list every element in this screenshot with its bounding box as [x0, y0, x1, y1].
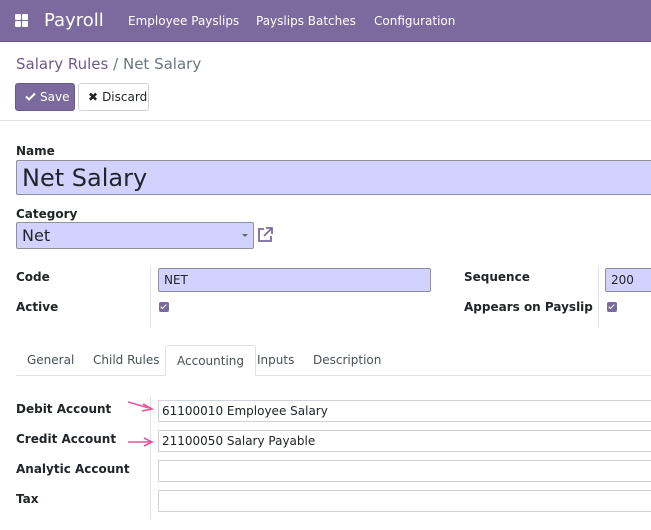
pink-arrow-annotation: [127, 401, 155, 412]
top-navbar: Payroll Employee Payslips Payslips Batch…: [0, 0, 651, 42]
column-divider: [150, 266, 151, 328]
appears-on-payslip-checkbox[interactable]: [607, 302, 617, 312]
tab-child-rules[interactable]: Child Rules: [82, 345, 170, 376]
breadcrumb-separator: /: [113, 55, 119, 73]
tab-description[interactable]: Description: [302, 345, 392, 376]
column-divider: [598, 266, 599, 328]
debit-account-label: Debit Account: [16, 402, 112, 416]
code-input[interactable]: NET: [158, 268, 431, 292]
active-checkbox[interactable]: [159, 302, 169, 312]
debit-account-input[interactable]: 61100010 Employee Salary: [158, 400, 651, 422]
check-icon: [25, 90, 36, 104]
menu-payslips-batches[interactable]: Payslips Batches: [256, 14, 356, 28]
active-label: Active: [16, 300, 59, 314]
discard-button-label: Discard: [102, 90, 148, 104]
tax-input[interactable]: [158, 490, 651, 512]
appears-on-payslip-label: Appears on Payslip: [464, 300, 593, 314]
sequence-label: Sequence: [464, 270, 530, 284]
breadcrumb-current: Net Salary: [122, 55, 202, 73]
tax-label: Tax: [16, 492, 39, 506]
sequence-input[interactable]: 200: [605, 268, 651, 292]
apps-grid-icon[interactable]: [15, 14, 28, 27]
notebook-tabs: General Child Rules Accounting Inputs De…: [16, 345, 651, 376]
breadcrumb: Salary Rules / Net Salary: [16, 55, 201, 73]
credit-account-label: Credit Account: [16, 432, 117, 446]
external-link-icon[interactable]: [256, 226, 274, 244]
code-label: Code: [16, 270, 50, 284]
save-button[interactable]: Save: [15, 83, 75, 111]
category-label: Category: [16, 207, 78, 221]
tab-inputs[interactable]: Inputs: [246, 345, 305, 376]
pink-arrow-annotation: [128, 437, 154, 447]
close-icon: ✖: [88, 90, 99, 104]
breadcrumb-parent[interactable]: Salary Rules: [16, 55, 108, 73]
save-button-label: Save: [40, 90, 70, 104]
tab-general[interactable]: General: [16, 345, 85, 376]
menu-configuration[interactable]: Configuration: [374, 14, 455, 28]
name-label: Name: [16, 144, 55, 158]
analytic-account-input[interactable]: [158, 460, 651, 482]
app-brand[interactable]: Payroll: [44, 10, 104, 31]
name-input[interactable]: Net Salary: [16, 160, 651, 195]
control-panel: Salary Rules / Net Salary Save ✖ Discard: [0, 42, 651, 121]
discard-button[interactable]: ✖ Discard: [78, 83, 149, 111]
tab-accounting[interactable]: Accounting: [165, 345, 257, 376]
column-divider: [150, 397, 151, 519]
category-value: Net: [22, 226, 51, 245]
credit-account-input[interactable]: 21100050 Salary Payable: [158, 430, 651, 452]
category-select[interactable]: Net: [16, 222, 254, 249]
analytic-account-label: Analytic Account: [16, 462, 130, 476]
caret-down-icon: [242, 234, 248, 237]
menu-employee-payslips[interactable]: Employee Payslips: [128, 14, 239, 28]
